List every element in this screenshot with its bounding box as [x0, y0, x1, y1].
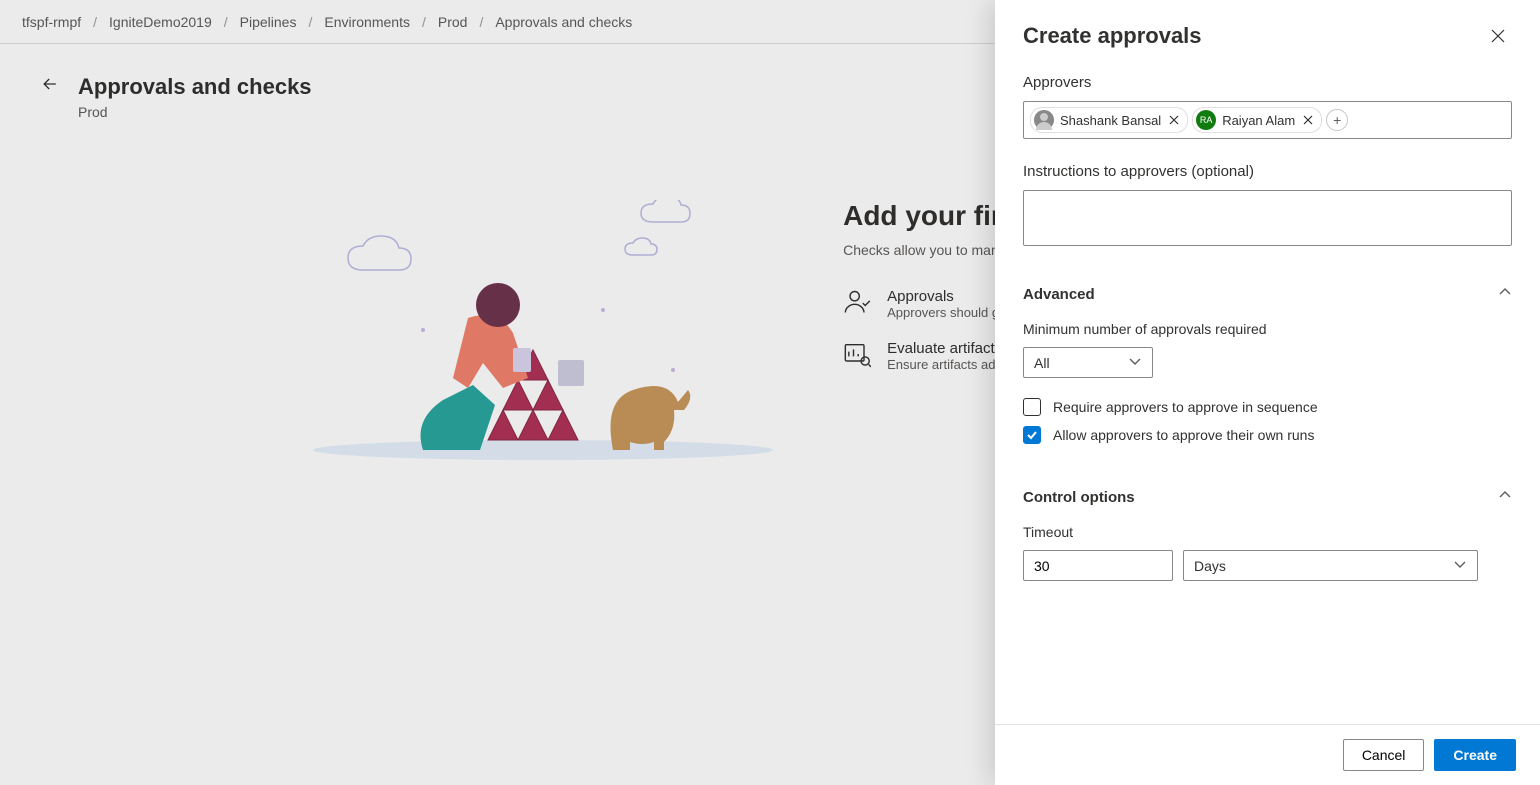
page-title: Approvals and checks — [78, 74, 312, 100]
page-subtitle: Prod — [78, 104, 312, 120]
approver-chip: RA Raiyan Alam — [1192, 107, 1322, 133]
approver-name: Shashank Bansal — [1060, 113, 1161, 128]
breadcrumb-item[interactable]: IgniteDemo2019 — [105, 14, 216, 30]
back-arrow-icon[interactable] — [40, 74, 60, 97]
chevron-down-icon — [1128, 354, 1142, 371]
artifact-icon — [843, 340, 871, 368]
instructions-input[interactable] — [1023, 190, 1512, 246]
timeout-unit-dropdown[interactable]: Days — [1183, 550, 1478, 581]
avatar — [1034, 110, 1054, 130]
require-sequence-checkbox[interactable] — [1023, 398, 1041, 416]
require-sequence-label: Require approvers to approve in sequence — [1053, 399, 1318, 415]
approver-name: Raiyan Alam — [1222, 113, 1295, 128]
cancel-button[interactable]: Cancel — [1343, 739, 1425, 771]
chevron-down-icon — [1453, 557, 1467, 574]
advanced-section-toggle[interactable]: Advanced — [1023, 285, 1512, 303]
control-options-label: Control options — [1023, 489, 1135, 506]
chevron-up-icon — [1498, 488, 1512, 506]
remove-approver-icon[interactable] — [1301, 113, 1315, 127]
person-icon — [843, 288, 871, 316]
panel-footer: Cancel Create — [995, 724, 1540, 785]
timeout-value-input[interactable] — [1023, 550, 1173, 581]
approvers-input[interactable]: Shashank Bansal RA Raiyan Alam + — [1023, 101, 1512, 139]
min-approvals-label: Minimum number of approvals required — [1023, 321, 1512, 337]
timeout-label: Timeout — [1023, 524, 1512, 540]
breadcrumb-item[interactable]: Pipelines — [236, 14, 301, 30]
allow-own-label: Allow approvers to approve their own run… — [1053, 427, 1314, 443]
breadcrumb-item[interactable]: tfspf-rmpf — [18, 14, 85, 30]
breadcrumb-item[interactable]: Environments — [320, 14, 414, 30]
breadcrumb-item[interactable]: Prod — [434, 14, 472, 30]
create-button[interactable]: Create — [1434, 739, 1516, 771]
panel-title: Create approvals — [1023, 23, 1202, 49]
approver-chip: Shashank Bansal — [1030, 107, 1188, 133]
create-approvals-panel: Create approvals Approvers Shashank Bans… — [995, 0, 1540, 785]
advanced-label: Advanced — [1023, 286, 1095, 303]
empty-state-illustration — [303, 200, 783, 470]
close-icon[interactable] — [1484, 22, 1512, 50]
dropdown-value: All — [1034, 355, 1050, 371]
instructions-label: Instructions to approvers (optional) — [1023, 163, 1512, 180]
min-approvals-dropdown[interactable]: All — [1023, 347, 1153, 378]
remove-approver-icon[interactable] — [1167, 113, 1181, 127]
dropdown-value: Days — [1194, 558, 1226, 574]
control-options-toggle[interactable]: Control options — [1023, 488, 1512, 506]
add-approver-icon[interactable]: + — [1326, 109, 1348, 131]
chevron-up-icon — [1498, 285, 1512, 303]
avatar: RA — [1196, 110, 1216, 130]
breadcrumb-item[interactable]: Approvals and checks — [491, 14, 636, 30]
allow-own-checkbox[interactable] — [1023, 426, 1041, 444]
approvers-label: Approvers — [1023, 74, 1512, 91]
